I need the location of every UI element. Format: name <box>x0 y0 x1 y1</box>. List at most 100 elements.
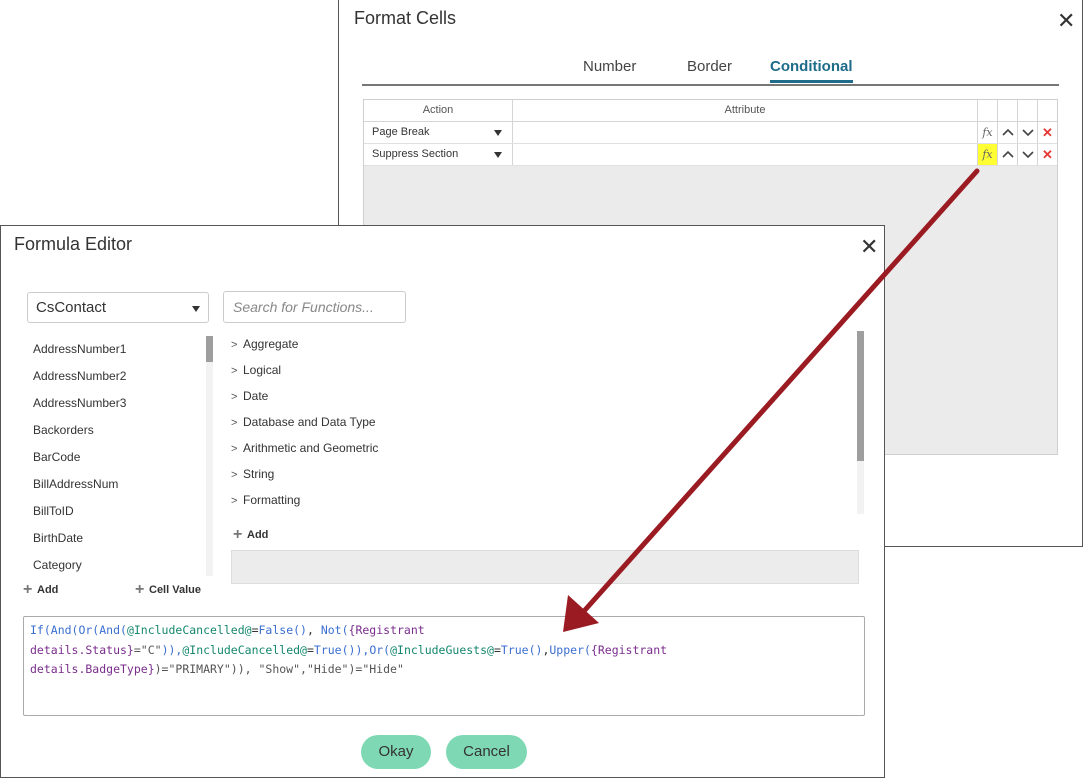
fields-scrollbar-thumb[interactable] <box>206 336 213 362</box>
add-function-button[interactable]: + Add <box>233 526 268 544</box>
chevron-right-icon: > <box>231 391 238 403</box>
cell-value-button[interactable]: + Cell Value <box>135 581 201 599</box>
chevron-right-icon: > <box>231 417 238 429</box>
move-up-icon[interactable] <box>998 122 1018 143</box>
chevron-right-icon: > <box>231 469 238 481</box>
formula-token: = <box>306 642 314 657</box>
function-category[interactable]: > Aggregate <box>231 337 298 351</box>
attribute-cell[interactable] <box>513 144 978 165</box>
formula-token: Not( <box>320 623 349 637</box>
formula-textarea[interactable]: If(And(Or(And(@IncludeCancelled@=False()… <box>23 616 865 716</box>
formula-token: ), <box>355 642 370 657</box>
formula-token: = <box>493 642 501 657</box>
function-category-label: Database and Data Type <box>243 415 376 429</box>
tab-number[interactable]: Number <box>583 58 636 75</box>
function-category-label: String <box>243 467 275 481</box>
add-field-label: Add <box>37 583 59 596</box>
function-category-label: Date <box>243 389 269 403</box>
move-up-icon[interactable] <box>998 144 1018 165</box>
formula-token: details.BadgeType} <box>30 662 155 676</box>
formula-token: True() <box>313 642 356 657</box>
function-category[interactable]: > Database and Data Type <box>231 415 376 429</box>
formula-token: )="PRIMARY")), "Show","Hide")="Hide" <box>154 662 404 676</box>
formula-line: If(And(Or(And(@IncludeCancelled@=False()… <box>30 621 858 641</box>
action-select[interactable]: Page Break <box>364 122 513 143</box>
formula-token: @IncludeGuests@ <box>390 642 494 657</box>
action-value: Suppress Section <box>372 148 459 160</box>
function-category[interactable]: > Arithmetic and Geometric <box>231 441 378 455</box>
function-category-label: Logical <box>243 363 282 377</box>
function-category[interactable]: > Date <box>231 389 268 403</box>
formula-fx-icon[interactable]: fx <box>978 122 998 143</box>
list-item[interactable]: AddressNumber3 <box>33 396 126 410</box>
table-select[interactable]: CsContact <box>27 292 209 323</box>
tab-border[interactable]: Border <box>687 58 732 75</box>
function-category-label: Aggregate <box>243 337 299 351</box>
function-description-box <box>231 550 859 584</box>
plus-icon: + <box>23 581 33 598</box>
function-category[interactable]: > Formatting <box>231 493 300 507</box>
dialog-title: Format Cells <box>354 8 457 28</box>
tab-bar: Number Border Conditional <box>362 56 1059 86</box>
chevron-right-icon: > <box>231 495 238 507</box>
functions-scrollbar-thumb[interactable] <box>857 331 864 461</box>
formula-token: , <box>306 623 321 637</box>
function-category[interactable]: > String <box>231 467 274 481</box>
move-down-icon[interactable] <box>1018 144 1038 165</box>
formula-line: details.Status}="C")),@IncludeCancelled@… <box>30 641 858 661</box>
formula-fx-icon[interactable]: fx <box>978 144 998 165</box>
attribute-cell[interactable] <box>513 122 978 143</box>
formula-token: {Registrant <box>590 642 668 657</box>
formula-line: details.BadgeType})="PRIMARY")), "Show",… <box>30 660 858 680</box>
list-item[interactable]: Backorders <box>33 423 94 437</box>
column-header-blank <box>1038 100 1057 122</box>
table-select-value: CsContact <box>36 299 107 316</box>
close-icon[interactable]: ✕ <box>1057 10 1075 32</box>
formula-token: {Registrant <box>348 623 425 637</box>
action-select[interactable]: Suppress Section <box>364 144 513 165</box>
list-item[interactable]: BirthDate <box>33 531 83 545</box>
function-category-label: Formatting <box>243 493 301 507</box>
cell-value-label: Cell Value <box>149 583 201 596</box>
list-item[interactable]: AddressNumber2 <box>33 369 126 383</box>
list-item[interactable]: BarCode <box>33 450 80 464</box>
delete-icon[interactable]: ✕ <box>1038 144 1057 165</box>
table-row: Page Break fx ✕ <box>364 122 1057 144</box>
fields-list: AddressNumber1 AddressNumber2 AddressNum… <box>27 334 207 576</box>
move-down-icon[interactable] <box>1018 122 1038 143</box>
add-function-label: Add <box>247 528 269 541</box>
function-search-input[interactable]: Search for Functions... <box>223 291 406 323</box>
tab-conditional[interactable]: Conditional <box>770 58 853 83</box>
chevron-right-icon: > <box>231 443 238 455</box>
okay-button[interactable]: Okay <box>361 735 431 769</box>
formula-token: False() <box>258 623 307 637</box>
dropdown-arrow-icon <box>494 152 502 158</box>
formula-token: Upper( <box>549 642 591 657</box>
plus-icon: + <box>135 581 145 598</box>
dialog-title: Formula Editor <box>14 234 133 254</box>
formula-token: Or( <box>369 642 391 657</box>
cancel-button[interactable]: Cancel <box>446 735 527 769</box>
list-item[interactable]: Category <box>33 558 82 572</box>
chevron-down-icon <box>192 306 200 312</box>
column-header-action: Action <box>364 100 513 122</box>
delete-icon[interactable]: ✕ <box>1038 122 1057 143</box>
list-item[interactable]: BillToID <box>33 504 74 518</box>
function-category[interactable]: > Logical <box>231 363 281 377</box>
formula-token: True() <box>500 642 543 657</box>
action-value: Page Break <box>372 126 430 138</box>
formula-token: details.Status} <box>30 642 134 657</box>
add-field-button[interactable]: + Add <box>23 581 58 599</box>
fields-scrollbar[interactable] <box>206 336 213 576</box>
formula-token: = <box>251 623 259 637</box>
chevron-right-icon: > <box>231 339 238 351</box>
list-item[interactable]: BillAddressNum <box>33 477 118 491</box>
list-item[interactable]: AddressNumber1 <box>33 342 126 356</box>
column-header-blank <box>978 100 998 122</box>
dropdown-arrow-icon <box>494 130 502 136</box>
close-icon[interactable]: ✕ <box>860 236 878 258</box>
formula-token: If(And(Or(And( <box>30 623 127 637</box>
formula-token: )), <box>161 642 183 657</box>
formula-token: @IncludeCancelled@ <box>126 623 252 637</box>
column-header-blank <box>998 100 1018 122</box>
